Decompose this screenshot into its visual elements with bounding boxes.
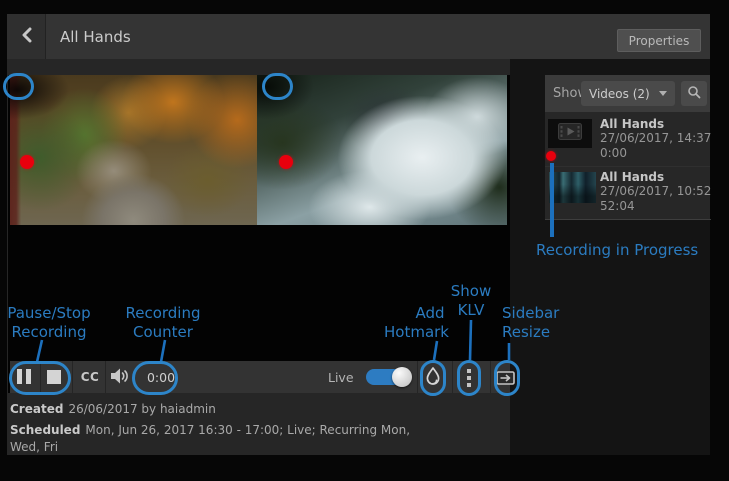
video-player: CC 0:00 Live [8,75,510,393]
item-duration: 0:00 [600,146,627,160]
item-datetime: 27/06/2017, 14:37 [600,131,711,145]
item-datetime: 27/06/2017, 10:52 [600,184,711,198]
scheduled-row: ScheduledMon, Jun 26, 2017 16:30 - 17:00… [10,422,414,456]
recording-indicator-icon [546,151,556,161]
search-button[interactable] [681,81,707,106]
divider [545,219,711,220]
properties-button[interactable]: Properties [617,29,701,52]
item-duration: 52:04 [600,199,635,213]
created-row: Created 26/06/2017 by haiadmin [10,401,414,418]
flame-icon [424,373,442,392]
sidebar-resize-button[interactable] [496,370,515,389]
video-list-item[interactable]: All Hands 27/06/2017, 14:37 0:00 [545,112,710,166]
item-title: All Hands [600,117,664,131]
film-play-icon [558,123,582,144]
back-button[interactable] [7,14,46,59]
pause-icon [17,369,22,384]
show-klv-button[interactable] [460,366,478,388]
video-feed-waterfall[interactable] [257,75,507,225]
videos-filter-dropdown[interactable]: Videos (2) [581,81,675,106]
video-list-item[interactable]: All Hands 27/06/2017, 10:52 52:04 [545,166,710,220]
live-toggle[interactable] [366,369,410,385]
divider [72,361,73,393]
divider [417,361,418,393]
sidebar-expand-icon [496,370,515,389]
closed-captions-button[interactable]: CC [74,361,106,393]
metadata-panel: Created 26/06/2017 by haiadmin ScheduledM… [10,401,414,456]
recording-indicator-icon [279,155,293,169]
title-bar: All Hands Properties [7,14,710,59]
pause-button[interactable] [17,361,40,393]
divider [105,361,106,393]
created-value: 26/06/2017 by haiadmin [68,402,215,416]
volume-button[interactable] [109,367,131,389]
dropdown-value: Videos (2) [589,87,650,101]
video-thumbnail [549,172,596,203]
page-title: All Hands [60,14,131,59]
video-thumbnail [548,119,592,148]
player-control-bar: CC 0:00 Live [10,361,510,393]
app-window: All Hands Properties CC [0,0,729,481]
divider [490,361,491,393]
toggle-knob[interactable] [392,367,412,387]
chevron-left-icon [21,27,32,47]
recording-counter: 0:00 [138,361,184,393]
chevron-down-icon [659,91,667,96]
pause-icon [26,369,31,384]
created-label: Created [10,402,63,416]
magnifier-icon [687,84,701,103]
live-label: Live [328,361,362,393]
stop-recording-button[interactable] [47,370,61,384]
item-title: All Hands [600,170,664,184]
scheduled-label: Scheduled [10,423,80,437]
video-feed-autumn-road[interactable] [10,75,257,225]
divider [40,361,41,393]
recording-indicator-icon [20,155,34,169]
add-hotmark-button[interactable] [424,366,442,392]
speaker-icon [109,370,131,389]
sidebar-header: Show Videos (2) [545,75,710,112]
kebab-menu-icon [460,369,478,387]
divider [452,361,453,393]
